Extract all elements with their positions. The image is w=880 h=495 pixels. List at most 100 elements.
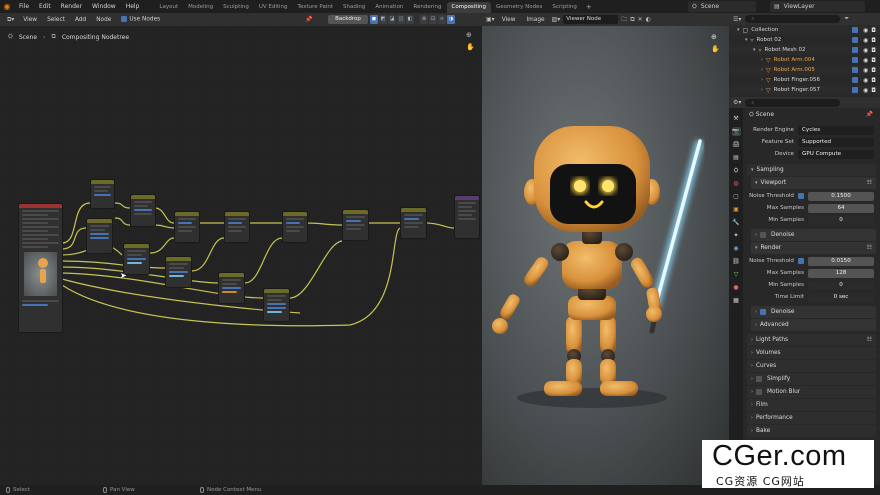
viewer-menu-image[interactable]: Image xyxy=(522,17,548,23)
outliner-type-icon[interactable]: ☰▾ xyxy=(733,16,741,23)
viewer-node-field[interactable]: Viewer Node xyxy=(563,15,619,24)
presets-list-icon[interactable]: ☷ xyxy=(867,337,872,343)
render-subpanel[interactable]: ▾ Render ☷ xyxy=(751,242,876,254)
image-slot-icon[interactable]: ⧉ xyxy=(630,16,634,24)
viewport-noise-threshold-checkbox[interactable] xyxy=(798,193,804,199)
scene-selector[interactable]: ⛭ Scene xyxy=(688,1,756,12)
compositor-node-5[interactable] xyxy=(174,211,200,243)
outliner-filter-icon[interactable]: ⏷ xyxy=(844,15,849,23)
tool-tab-icon[interactable]: ⚒ xyxy=(732,114,741,123)
outliner-row[interactable]: ▾ ▿ Robot 02 ◉ ◘ xyxy=(729,35,880,45)
viewport-denoise-checkbox[interactable] xyxy=(760,232,766,238)
tab-shading[interactable]: Shading xyxy=(338,2,370,13)
tab-layout[interactable]: Layout xyxy=(154,2,183,13)
viewport-subpanel[interactable]: ▾ Viewport ☷ xyxy=(751,177,876,189)
properties-search-input[interactable]: ⌕ xyxy=(745,98,841,107)
menu-render[interactable]: Render xyxy=(56,0,87,13)
tab-rendering[interactable]: Rendering xyxy=(408,2,446,13)
render-camera-icon[interactable]: ◘ xyxy=(871,37,876,44)
render-camera-icon[interactable]: ◘ xyxy=(871,67,876,74)
light-paths-panel[interactable]: › Light Paths ☷ xyxy=(747,334,876,346)
render-camera-icon[interactable]: ◘ xyxy=(871,57,876,64)
motion-blur-checkbox[interactable] xyxy=(756,389,762,395)
exclude-checkbox[interactable] xyxy=(852,86,858,93)
tab-texture-paint[interactable]: Texture Paint xyxy=(293,2,339,13)
world-tab-icon[interactable]: ◍ xyxy=(732,179,741,188)
compositor-node-12[interactable] xyxy=(400,207,427,239)
visibility-eye-icon[interactable]: ◉ xyxy=(863,37,868,44)
compositor-node-8[interactable] xyxy=(218,272,245,304)
menu-window[interactable]: Window xyxy=(87,0,121,13)
modifier-tab-icon[interactable]: 🔧 xyxy=(732,218,741,227)
chevron-down-icon[interactable]: ▾ xyxy=(737,27,740,33)
chevron-right-icon[interactable]: › xyxy=(761,57,763,63)
properties-type-icon[interactable]: ⚙▾ xyxy=(733,99,741,106)
viewport-max-samples-field[interactable]: 64 xyxy=(808,203,874,213)
compositor-node-7[interactable] xyxy=(224,211,250,243)
visibility-eye-icon[interactable]: ◉ xyxy=(863,27,868,34)
material-tab-icon[interactable]: ● xyxy=(732,283,741,292)
simplify-checkbox[interactable] xyxy=(756,376,762,382)
menu-file[interactable]: File xyxy=(14,0,34,13)
render-min-samples-field[interactable]: 0 xyxy=(808,280,874,290)
outliner-row[interactable]: › ▽ Robot Finger.056 ◉ ◘ xyxy=(729,75,880,85)
blender-logo-icon[interactable]: ◉ xyxy=(0,0,14,13)
image-save-icon[interactable]: 🗀 xyxy=(621,15,627,25)
exclude-checkbox[interactable] xyxy=(852,56,858,63)
outliner-row[interactable]: ▾ ▿ Robot Mesh 02 ◉ ◘ xyxy=(729,45,880,55)
volumes-panel[interactable]: › Volumes xyxy=(747,347,876,359)
data-tab-icon[interactable]: ▽ xyxy=(732,270,741,279)
view-layer-tab-icon[interactable]: ▤ xyxy=(732,153,741,162)
image-browse-icon[interactable]: ▨▾ xyxy=(552,16,561,23)
image-close-icon[interactable]: ✕ xyxy=(638,16,643,23)
image-display-icon[interactable]: ◐ xyxy=(646,16,651,23)
outliner-row[interactable]: › ▽ Robot Arm.004 ◉ ◘ xyxy=(729,55,880,65)
curves-panel[interactable]: › Curves xyxy=(747,360,876,372)
compositor-node-11[interactable] xyxy=(342,209,369,241)
tab-modeling[interactable]: Modeling xyxy=(183,2,218,13)
tab-compositing[interactable]: Compositing xyxy=(446,2,491,13)
visibility-eye-icon[interactable]: ◉ xyxy=(863,77,868,84)
compositor-node-9[interactable] xyxy=(282,211,308,243)
exclude-checkbox[interactable] xyxy=(852,66,858,73)
composite-output-node[interactable] xyxy=(454,195,480,239)
properties-editor[interactable]: ⚙▾ ⌕ ⚒ 📷 🖨 ▤ ⛭ ◍ ▢ ▣ 🔧 ✦ ◉ ⛓ ▽ ● ▦ ⛭ Sce… xyxy=(729,97,880,485)
tab-uv-editing[interactable]: UV Editing xyxy=(254,2,293,13)
viewport-noise-threshold-field[interactable]: 0.1500 xyxy=(808,191,874,201)
pin-properties-icon[interactable]: 📌 xyxy=(866,108,873,122)
compositor-node-1[interactable] xyxy=(90,179,115,209)
presets-list-icon[interactable]: ☷ xyxy=(867,245,872,251)
outliner[interactable]: ☰▾ ⌕ ⏷ ▾ ▢ Collection ◉ ◘ ▾ ▿ Robot 02 ◉ ◘ ▾ ▿ Ro… xyxy=(729,13,880,97)
image-viewer[interactable]: ▣▾ View Image ▨▾ Viewer Node 🗀 ⧉ ✕ ◐ ⊕ ✋ xyxy=(482,13,729,485)
visibility-eye-icon[interactable]: ◉ xyxy=(863,87,868,94)
object-tab-icon[interactable]: ▣ xyxy=(732,205,741,214)
render-denoise-subpanel[interactable]: › Denoise xyxy=(751,306,876,318)
render-engine-dropdown[interactable]: Cycles xyxy=(798,125,874,135)
scene-tab-icon[interactable]: ⛭ xyxy=(732,166,741,175)
render-camera-icon[interactable]: ◘ xyxy=(871,47,876,54)
chevron-down-icon[interactable]: ▾ xyxy=(753,47,756,53)
render-camera-icon[interactable]: ◘ xyxy=(871,27,876,34)
compositor-node-6[interactable] xyxy=(165,256,192,288)
physics-tab-icon[interactable]: ◉ xyxy=(732,244,741,253)
tab-geometry-nodes[interactable]: Geometry Nodes xyxy=(491,2,547,13)
menu-help[interactable]: Help xyxy=(121,0,145,13)
compositor-node-10[interactable] xyxy=(263,288,290,322)
chevron-right-icon[interactable]: › xyxy=(761,87,763,93)
tab-scripting[interactable]: Scripting xyxy=(547,2,581,13)
image-editor-type-icon[interactable]: ▣▾ xyxy=(486,16,495,23)
menu-edit[interactable]: Edit xyxy=(34,0,56,13)
chevron-right-icon[interactable]: › xyxy=(761,77,763,83)
render-tab-icon[interactable]: 📷 xyxy=(731,127,741,136)
outliner-row[interactable]: › ▽ Robot Finger.057 ◉ ◘ xyxy=(729,85,880,95)
outliner-row[interactable]: ▾ ▢ Collection ◉ ◘ xyxy=(729,25,880,35)
constraints-tab-icon[interactable]: ⛓ xyxy=(732,257,741,266)
visibility-eye-icon[interactable]: ◉ xyxy=(863,57,868,64)
view-layer-selector[interactable]: ▤ ViewLayer xyxy=(770,1,865,12)
texture-tab-icon[interactable]: ▦ xyxy=(732,296,741,305)
sampling-panel[interactable]: ▾ Sampling xyxy=(747,164,876,176)
chevron-down-icon[interactable]: ▾ xyxy=(745,37,748,43)
collection-tab-icon[interactable]: ▢ xyxy=(732,192,741,201)
render-noise-threshold-checkbox[interactable] xyxy=(798,258,804,264)
visibility-eye-icon[interactable]: ◉ xyxy=(863,47,868,54)
